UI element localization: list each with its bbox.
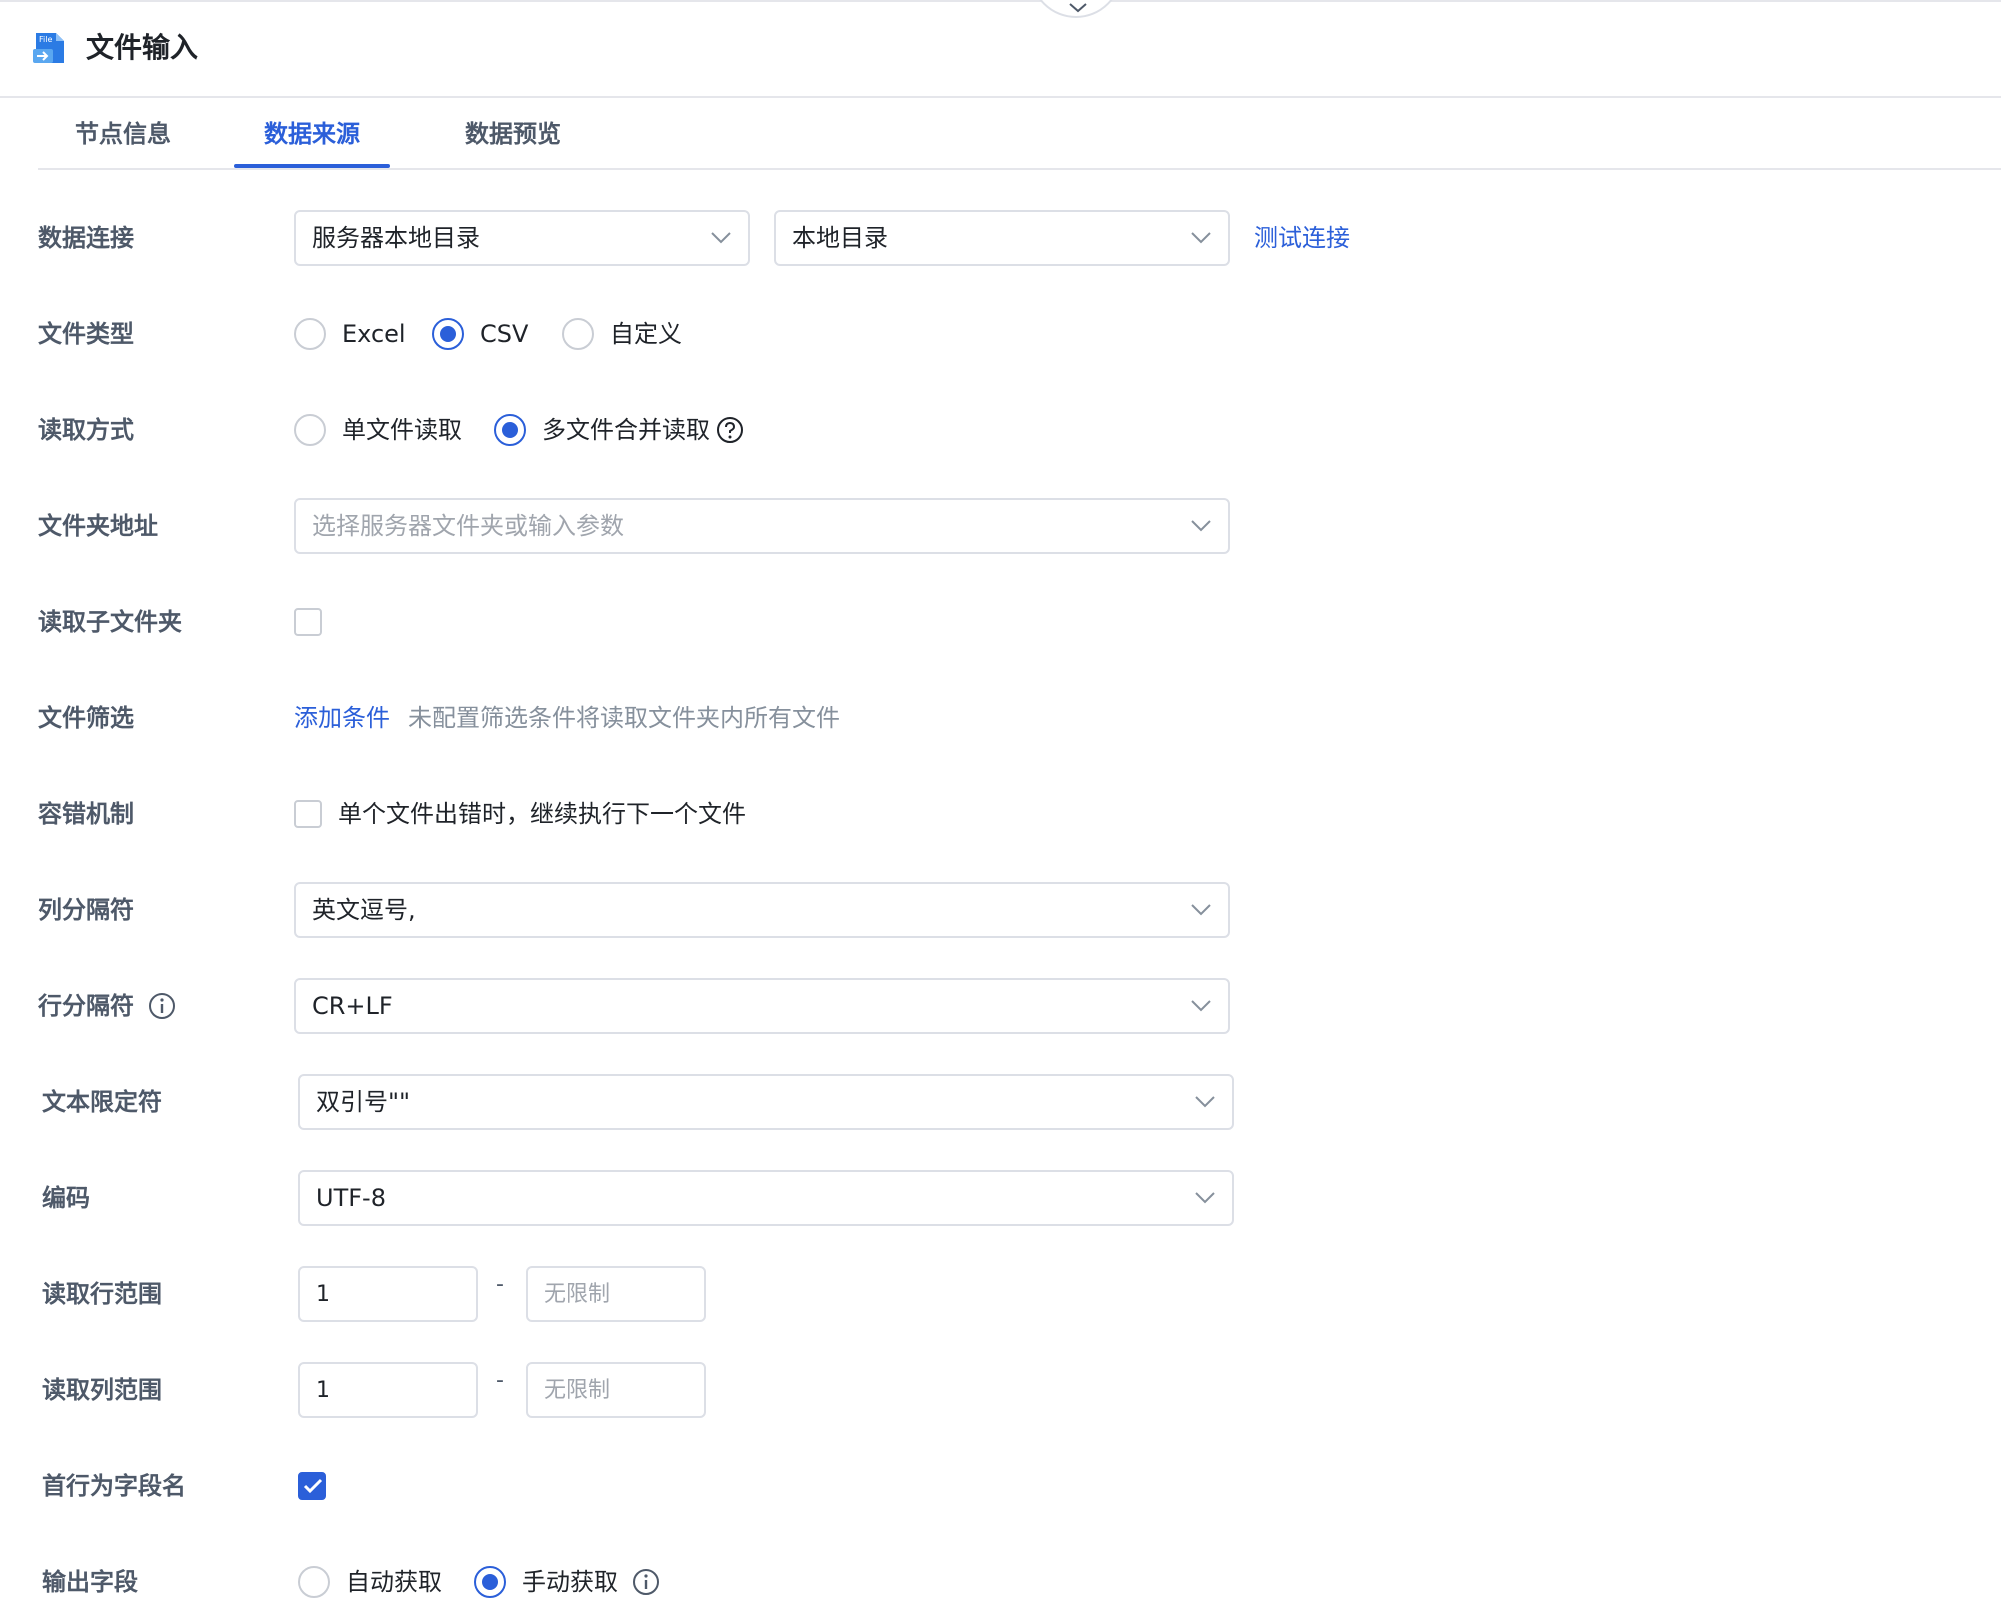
- fault-tolerance-label: 容错机制: [38, 800, 134, 828]
- row-separator-value: CR+LF: [312, 992, 393, 1020]
- tab-data-source[interactable]: 数据来源: [234, 110, 390, 168]
- tab-node-info[interactable]: 节点信息: [68, 110, 178, 166]
- row-range-end-input[interactable]: [526, 1266, 706, 1322]
- folder-path-placeholder: 选择服务器文件夹或输入参数: [312, 512, 624, 540]
- chevron-down-icon: [711, 232, 731, 244]
- encoding-value: UTF-8: [316, 1184, 386, 1212]
- row-separator-label: 行分隔符: [38, 992, 134, 1020]
- output-fields-label: 输出字段: [42, 1568, 138, 1596]
- read-mode-merge-label[interactable]: 多文件合并读取: [542, 410, 710, 450]
- file-filter-label: 文件筛选: [38, 704, 134, 732]
- chevron-down-icon: [1195, 1096, 1215, 1108]
- text-qualifier-value: 双引号"": [316, 1088, 411, 1116]
- connection-dir-value: 本地目录: [792, 224, 888, 252]
- row-separator-select[interactable]: CR+LF: [294, 978, 1230, 1034]
- folder-path-select[interactable]: 选择服务器文件夹或输入参数: [294, 498, 1230, 554]
- connection-type-select[interactable]: 服务器本地目录: [294, 210, 750, 266]
- text-qualifier-select[interactable]: 双引号"": [298, 1074, 1234, 1130]
- chevron-down-icon: [1191, 232, 1211, 244]
- info-circle-icon[interactable]: [632, 1568, 660, 1596]
- text-qualifier-label: 文本限定符: [42, 1088, 162, 1116]
- row-range-start-input[interactable]: [298, 1266, 478, 1322]
- header-row-label: 首行为字段名: [42, 1472, 186, 1500]
- col-range-dash: -: [496, 1368, 504, 1393]
- file-type-label: 文件类型: [38, 320, 134, 348]
- col-range-end-input[interactable]: [526, 1362, 706, 1418]
- panel-header: File 文件输入: [0, 0, 2001, 98]
- read-mode-single-radio[interactable]: [294, 414, 326, 446]
- connection-dir-select[interactable]: 本地目录: [774, 210, 1230, 266]
- read-mode-label: 读取方式: [38, 416, 134, 444]
- row-range-label: 读取行范围: [42, 1280, 162, 1308]
- fault-tolerance-checkbox[interactable]: [294, 800, 322, 828]
- encoding-label: 编码: [42, 1184, 90, 1212]
- folder-path-label: 文件夹地址: [38, 512, 158, 540]
- output-fields-auto-radio[interactable]: [298, 1566, 330, 1598]
- column-separator-select[interactable]: 英文逗号,: [294, 882, 1230, 938]
- connection-label: 数据连接: [38, 224, 134, 252]
- file-type-csv-radio[interactable]: [432, 318, 464, 350]
- row-range-dash: -: [496, 1272, 504, 1297]
- file-type-excel-label[interactable]: Excel: [342, 314, 406, 354]
- col-range-label: 读取列范围: [42, 1376, 162, 1404]
- chevron-down-icon: [1069, 3, 1087, 13]
- read-mode-merge-radio[interactable]: [494, 414, 526, 446]
- column-separator-label: 列分隔符: [38, 896, 134, 924]
- col-range-start-input[interactable]: [298, 1362, 478, 1418]
- file-icon-text: File: [39, 35, 52, 44]
- connection-type-value: 服务器本地目录: [312, 224, 480, 252]
- chevron-down-icon: [1191, 1000, 1211, 1012]
- read-subfolders-label: 读取子文件夹: [38, 608, 182, 636]
- test-connection-link[interactable]: 测试连接: [1254, 218, 1350, 258]
- check-icon: [303, 1478, 323, 1494]
- chevron-down-icon: [1191, 520, 1211, 532]
- question-circle-icon[interactable]: [716, 416, 744, 444]
- tab-bar: 节点信息 数据来源 数据预览: [38, 110, 2001, 170]
- file-type-custom-label[interactable]: 自定义: [610, 314, 682, 354]
- add-condition-link[interactable]: 添加条件: [294, 698, 390, 738]
- chevron-down-icon: [1191, 904, 1211, 916]
- file-input-icon: File: [32, 31, 66, 65]
- output-fields-manual-label[interactable]: 手动获取: [522, 1562, 618, 1602]
- info-circle-icon[interactable]: [148, 992, 176, 1020]
- chevron-down-icon: [1195, 1192, 1215, 1204]
- read-subfolders-checkbox[interactable]: [294, 608, 322, 636]
- read-mode-single-label[interactable]: 单文件读取: [342, 410, 462, 450]
- encoding-select[interactable]: UTF-8: [298, 1170, 1234, 1226]
- panel-title: 文件输入: [86, 31, 199, 64]
- file-type-excel-radio[interactable]: [294, 318, 326, 350]
- file-type-csv-label[interactable]: CSV: [480, 314, 528, 354]
- file-filter-hint: 未配置筛选条件将读取文件夹内所有文件: [408, 704, 840, 732]
- output-fields-manual-radio[interactable]: [474, 1566, 506, 1598]
- fault-tolerance-option[interactable]: 单个文件出错时，继续执行下一个文件: [338, 794, 746, 834]
- header-row-checkbox[interactable]: [298, 1472, 326, 1500]
- tab-data-preview[interactable]: 数据预览: [458, 110, 568, 166]
- file-type-custom-radio[interactable]: [562, 318, 594, 350]
- output-fields-auto-label[interactable]: 自动获取: [346, 1562, 442, 1602]
- column-separator-value: 英文逗号,: [312, 896, 416, 924]
